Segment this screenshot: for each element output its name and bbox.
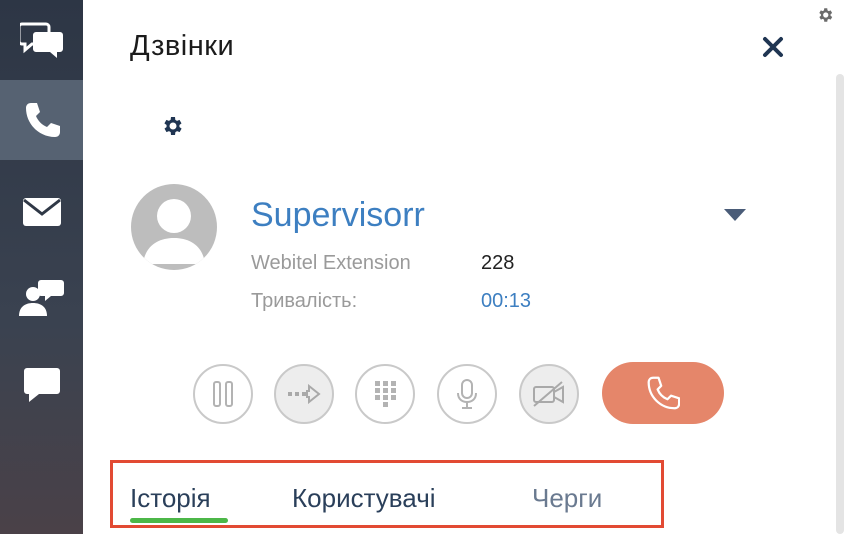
transfer-icon	[288, 384, 321, 404]
envelope-icon	[22, 198, 61, 226]
close-button[interactable]	[762, 36, 784, 63]
sidebar-item-messages[interactable]	[0, 345, 83, 425]
tab-users[interactable]: Користувачі	[292, 483, 436, 514]
microphone-icon	[457, 379, 477, 409]
keypad-button[interactable]	[355, 364, 415, 424]
caller-name: Supervisorr	[251, 196, 425, 234]
phone-icon	[25, 103, 60, 137]
hangup-icon	[647, 376, 680, 410]
scrollbar[interactable]	[836, 74, 844, 534]
duration-value: 00:13	[481, 290, 532, 312]
video-off-icon	[533, 381, 564, 407]
sidebar	[0, 0, 83, 534]
hangup-button[interactable]	[602, 362, 724, 424]
user-avatar-icon	[143, 199, 205, 264]
tab-queues[interactable]: Черги	[532, 483, 602, 514]
close-icon	[763, 37, 783, 57]
sidebar-item-contacts[interactable]	[0, 258, 83, 338]
hold-button[interactable]	[193, 364, 253, 424]
duration-label: Тривалість:	[251, 290, 358, 312]
gear-icon	[164, 117, 182, 135]
page-title: Дзвінки	[130, 30, 235, 62]
user-chat-icon	[18, 280, 64, 316]
comment-icon	[23, 368, 60, 402]
gear-icon	[819, 8, 833, 22]
video-button[interactable]	[519, 364, 579, 424]
keypad-icon	[375, 381, 396, 407]
caret-down-icon	[724, 209, 746, 221]
active-tab-indicator	[130, 518, 228, 523]
extension-value: 228	[481, 252, 515, 274]
caller-dropdown-button[interactable]	[723, 208, 747, 227]
corner-settings-button[interactable]	[816, 6, 834, 29]
transfer-button[interactable]	[274, 364, 334, 424]
sidebar-item-calls[interactable]	[0, 80, 83, 160]
extension-label: Webitel Extension	[251, 252, 411, 274]
chat-bubbles-icon	[19, 22, 63, 58]
tab-history[interactable]: Історія	[130, 483, 211, 514]
call-settings-button[interactable]	[160, 114, 184, 143]
sidebar-item-mail[interactable]	[0, 172, 83, 252]
sidebar-item-chats[interactable]	[0, 0, 83, 80]
pause-icon	[213, 381, 233, 407]
avatar	[131, 184, 217, 270]
mute-button[interactable]	[437, 364, 497, 424]
